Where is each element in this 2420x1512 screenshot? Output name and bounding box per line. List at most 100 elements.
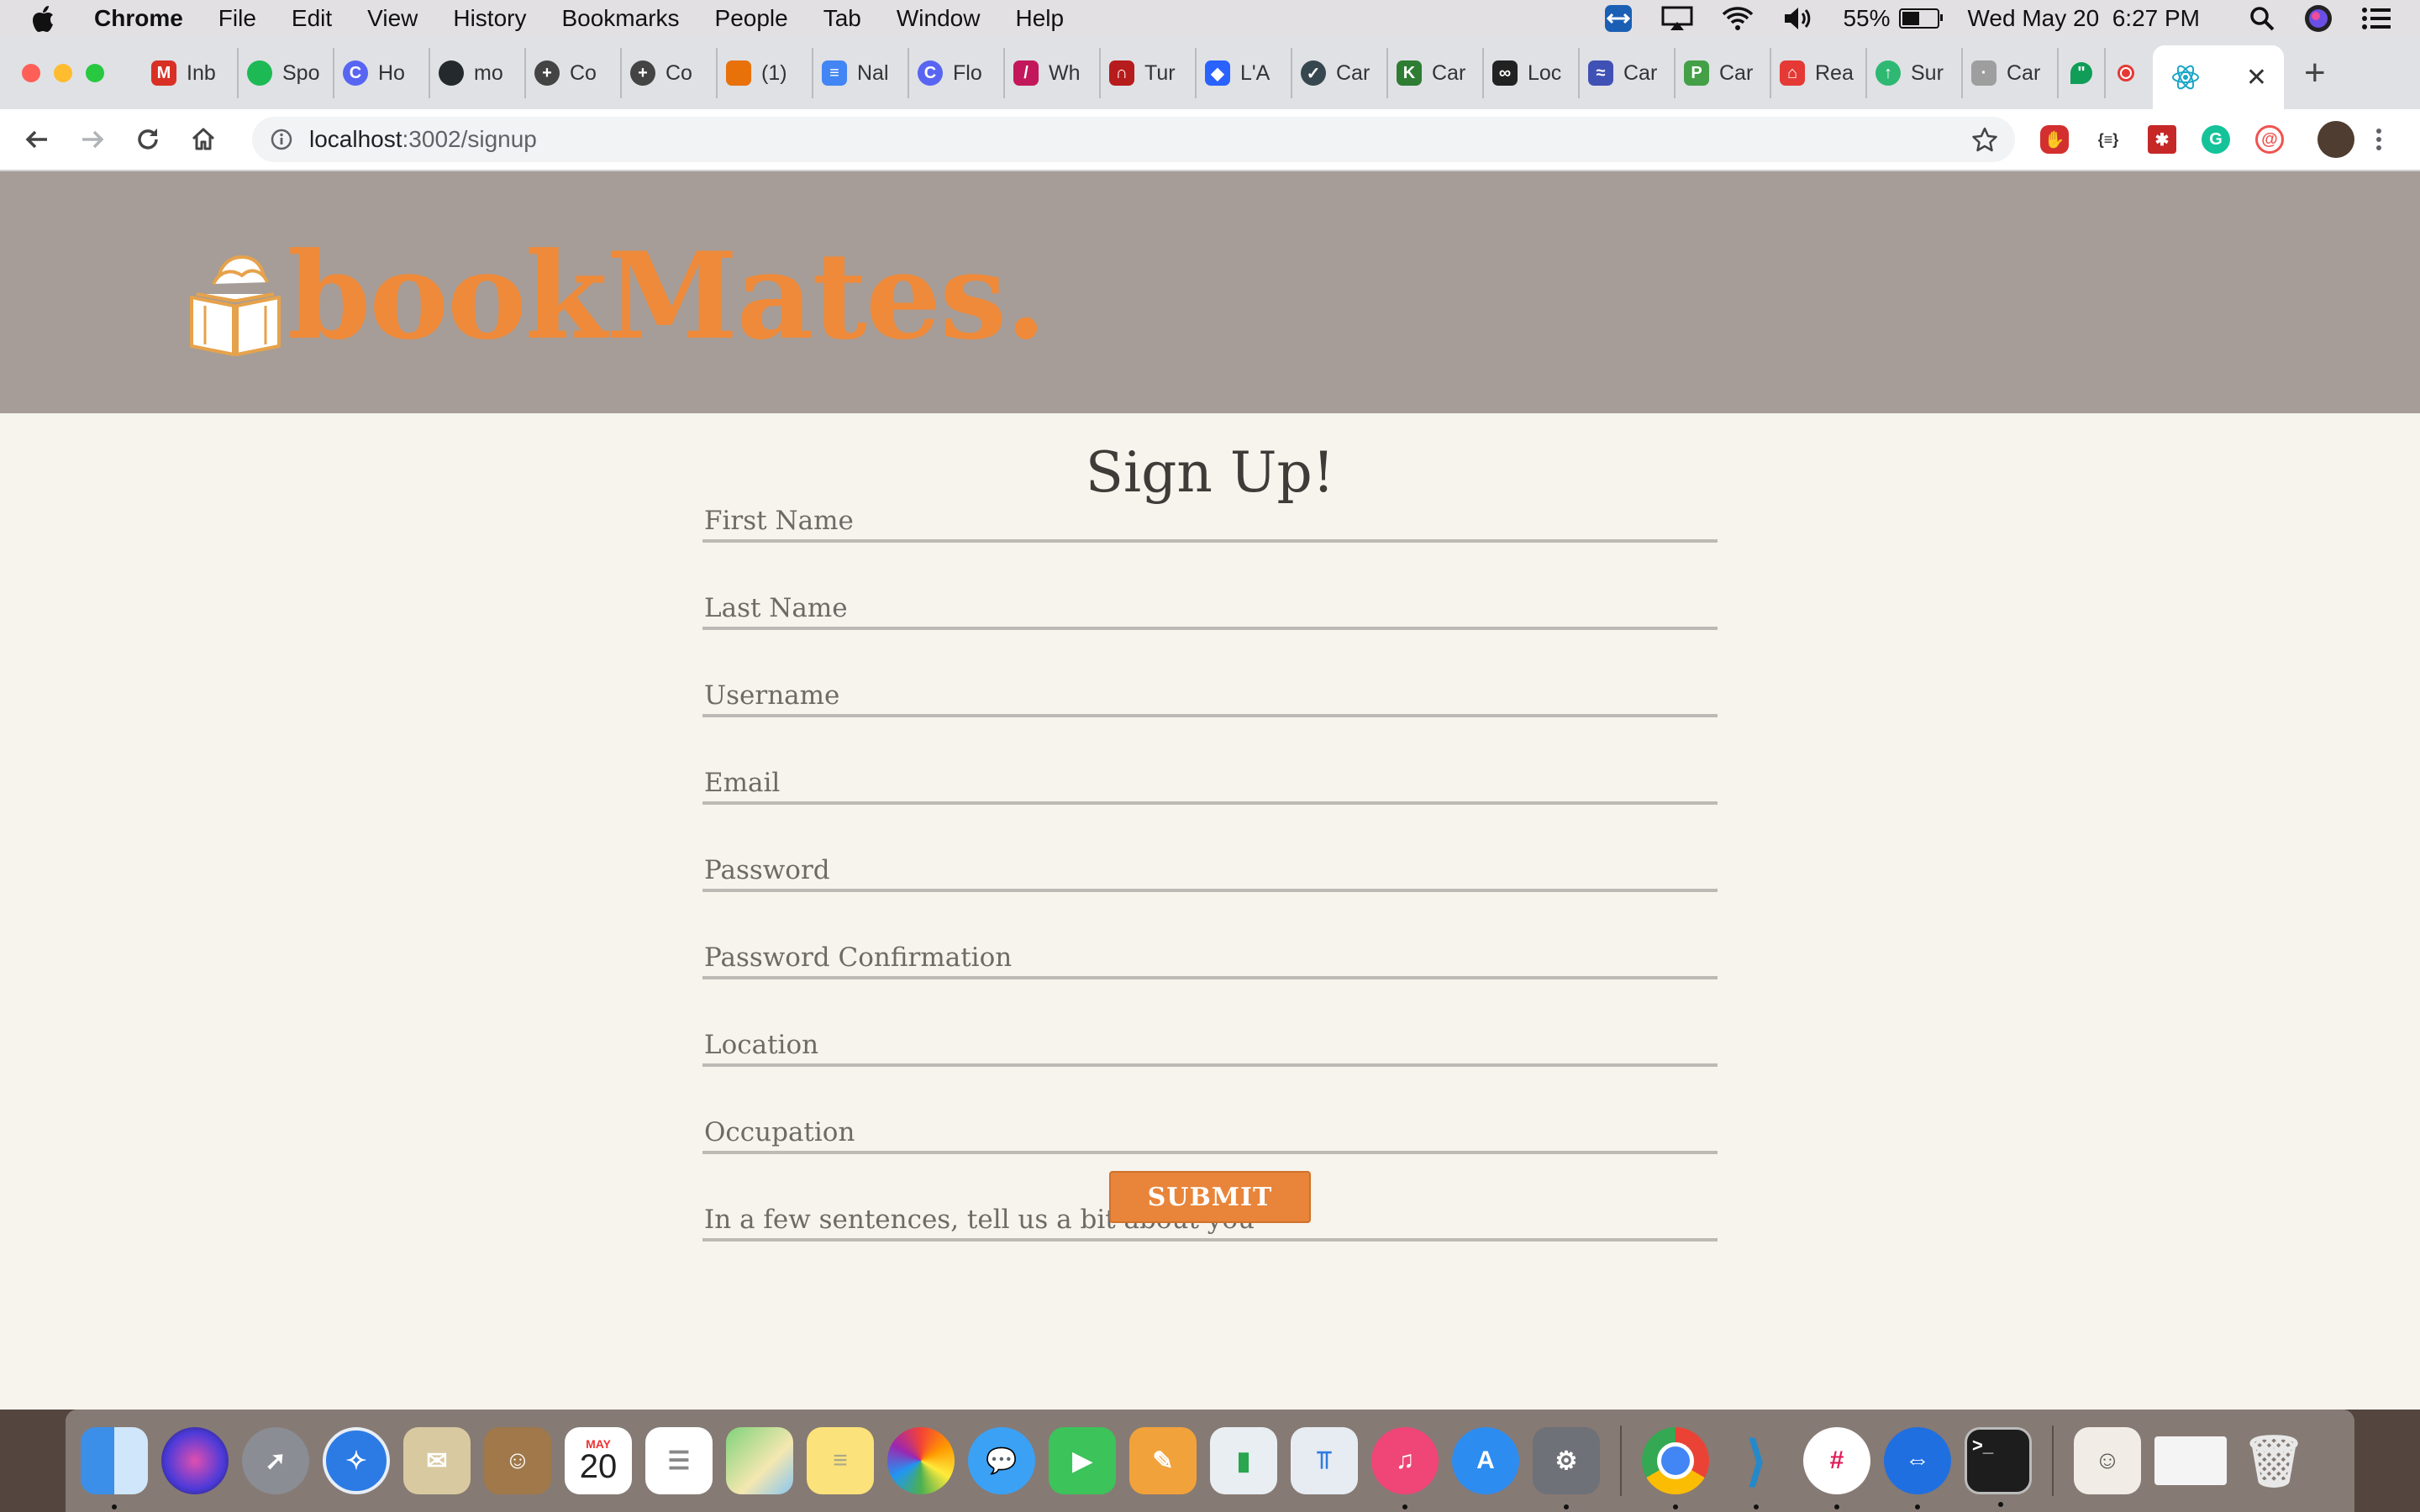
downloads-stack-icon[interactable]: ☺ — [2074, 1427, 2141, 1494]
address-bar[interactable]: localhost:3002/signup — [252, 117, 2015, 162]
tab-active-signup[interactable]: ✕ — [2153, 45, 2284, 109]
username-field[interactable] — [702, 677, 1718, 717]
reload-button[interactable] — [129, 121, 166, 158]
tab-6[interactable]: (1) — [718, 48, 813, 98]
slack-icon[interactable]: # — [1803, 1427, 1870, 1509]
teamviewer-status-icon[interactable] — [1604, 4, 1633, 33]
tab-13[interactable]: K Car — [1388, 48, 1484, 98]
app-store-icon[interactable]: A — [1452, 1427, 1519, 1494]
tab-19[interactable]: · Car — [1963, 48, 2059, 98]
tab-10[interactable]: ∩ Tur — [1101, 48, 1197, 98]
site-info-icon[interactable] — [271, 129, 292, 150]
password-confirmation-field[interactable] — [702, 939, 1718, 979]
mail-icon[interactable]: ✉ — [403, 1427, 471, 1494]
clock[interactable]: Wed May 20 6:27 PM — [1968, 5, 2201, 32]
minimize-window-button[interactable] — [54, 64, 72, 82]
menu-bookmarks[interactable]: Bookmarks — [561, 5, 679, 32]
tab-4[interactable]: + Co — [526, 48, 622, 98]
safari-icon[interactable]: ✧ — [323, 1427, 390, 1494]
menu-help[interactable]: Help — [1015, 5, 1064, 32]
menu-chrome[interactable]: Chrome — [94, 5, 183, 32]
bookmark-star-icon[interactable] — [1971, 126, 1998, 153]
calendar-icon[interactable]: MAY 20 — [565, 1427, 632, 1494]
first-name-field[interactable] — [702, 502, 1718, 543]
menu-history[interactable]: History — [453, 5, 526, 32]
tab-pinned-hangouts[interactable]: " — [2059, 48, 2106, 98]
tab-12[interactable]: ✓ Car — [1292, 48, 1388, 98]
apple-menu-icon[interactable] — [32, 4, 57, 33]
terminal-icon[interactable]: >_ — [1965, 1427, 2032, 1507]
teamviewer-icon[interactable]: ⇔ — [1884, 1427, 1951, 1509]
contacts-icon[interactable]: ☺ — [484, 1427, 551, 1494]
maps-icon[interactable] — [726, 1427, 793, 1494]
spotlight-search-icon[interactable] — [2249, 5, 2275, 32]
vscode-icon[interactable]: ⟩ — [1723, 1427, 1790, 1509]
volume-icon[interactable] — [1782, 6, 1814, 31]
reminders-icon[interactable]: ☰ — [645, 1427, 713, 1494]
site-logo[interactable]: bookMates. — [188, 237, 1047, 356]
numbers-icon[interactable]: ▮ — [1210, 1427, 1277, 1494]
chrome-menu-button[interactable] — [2376, 127, 2381, 152]
menu-people[interactable]: People — [715, 5, 788, 32]
tab-14[interactable]: ∞ Loc — [1484, 48, 1580, 98]
new-tab-button[interactable]: + — [2304, 52, 2326, 94]
wifi-icon[interactable] — [1722, 6, 1754, 31]
keynote-icon[interactable]: ⫪ — [1291, 1427, 1358, 1494]
siri-icon[interactable] — [161, 1427, 229, 1494]
last-name-field[interactable] — [702, 590, 1718, 630]
close-tab-icon[interactable]: ✕ — [2246, 63, 2267, 92]
home-button[interactable] — [185, 121, 222, 158]
menu-window[interactable]: Window — [897, 5, 981, 32]
tab-0[interactable]: M Inb — [143, 48, 239, 98]
tab-1[interactable]: Spo — [239, 48, 334, 98]
occupation-field[interactable] — [702, 1114, 1718, 1154]
itunes-icon[interactable]: ♫ — [1371, 1427, 1439, 1509]
system-preferences-icon[interactable]: ⚙ — [1533, 1427, 1600, 1509]
tab-3[interactable]: mo — [430, 48, 526, 98]
close-window-button[interactable] — [22, 64, 40, 82]
submit-button[interactable]: SUBMIT — [1109, 1171, 1311, 1223]
messages-icon[interactable]: 💬 — [968, 1427, 1035, 1494]
dev-extension-icon[interactable]: ✱ — [2148, 125, 2176, 154]
web-page: bookMates. Sign Up! — [0, 171, 2420, 1410]
facetime-icon[interactable]: ▶ — [1049, 1427, 1116, 1494]
preview-window-icon[interactable] — [2154, 1436, 2227, 1485]
spiral-extension-icon[interactable]: @ — [2255, 125, 2284, 154]
tab-17[interactable]: ⌂ Rea — [1771, 48, 1867, 98]
email-field[interactable] — [702, 764, 1718, 805]
forward-button[interactable] — [74, 121, 111, 158]
tab-16[interactable]: P Car — [1676, 48, 1771, 98]
tab-11[interactable]: ◆ L'A — [1197, 48, 1292, 98]
menu-file[interactable]: File — [218, 5, 256, 32]
tab-15[interactable]: ≈ Car — [1580, 48, 1676, 98]
notes-icon[interactable]: ≡ — [807, 1427, 874, 1494]
siri-icon[interactable] — [2304, 4, 2333, 33]
tab-pinned-record[interactable] — [2106, 48, 2153, 98]
back-button[interactable] — [18, 121, 55, 158]
grammarly-extension-icon[interactable]: G — [2202, 125, 2230, 154]
tab-8[interactable]: C Flo — [909, 48, 1005, 98]
menu-edit[interactable]: Edit — [292, 5, 332, 32]
tab-7[interactable]: ≡ Nal — [813, 48, 909, 98]
menu-tab[interactable]: Tab — [823, 5, 861, 32]
airplay-icon[interactable] — [1661, 6, 1693, 31]
profile-avatar[interactable] — [2317, 121, 2354, 158]
tab-9[interactable]: / Wh — [1005, 48, 1101, 98]
json-viewer-extension-icon[interactable]: {≡} — [2094, 125, 2123, 154]
adblock-extension-icon[interactable]: ✋ — [2040, 125, 2069, 154]
trash-icon[interactable]: 🗑 — [2240, 1427, 2307, 1494]
tab-5[interactable]: + Co — [622, 48, 718, 98]
zoom-window-button[interactable] — [86, 64, 104, 82]
location-field[interactable] — [702, 1026, 1718, 1067]
finder-icon[interactable] — [81, 1427, 148, 1509]
password-field[interactable] — [702, 852, 1718, 892]
tab-18[interactable]: ↑ Sur — [1867, 48, 1963, 98]
photos-icon[interactable] — [887, 1427, 955, 1494]
battery-icon[interactable] — [1898, 8, 1943, 29]
launchpad-icon[interactable]: ➚ — [242, 1427, 309, 1494]
chrome-icon[interactable] — [1642, 1427, 1709, 1509]
menu-view[interactable]: View — [367, 5, 418, 32]
tab-2[interactable]: C Ho — [334, 48, 430, 98]
pages-icon[interactable]: ✎ — [1129, 1427, 1197, 1494]
notification-center-icon[interactable] — [2361, 7, 2391, 30]
